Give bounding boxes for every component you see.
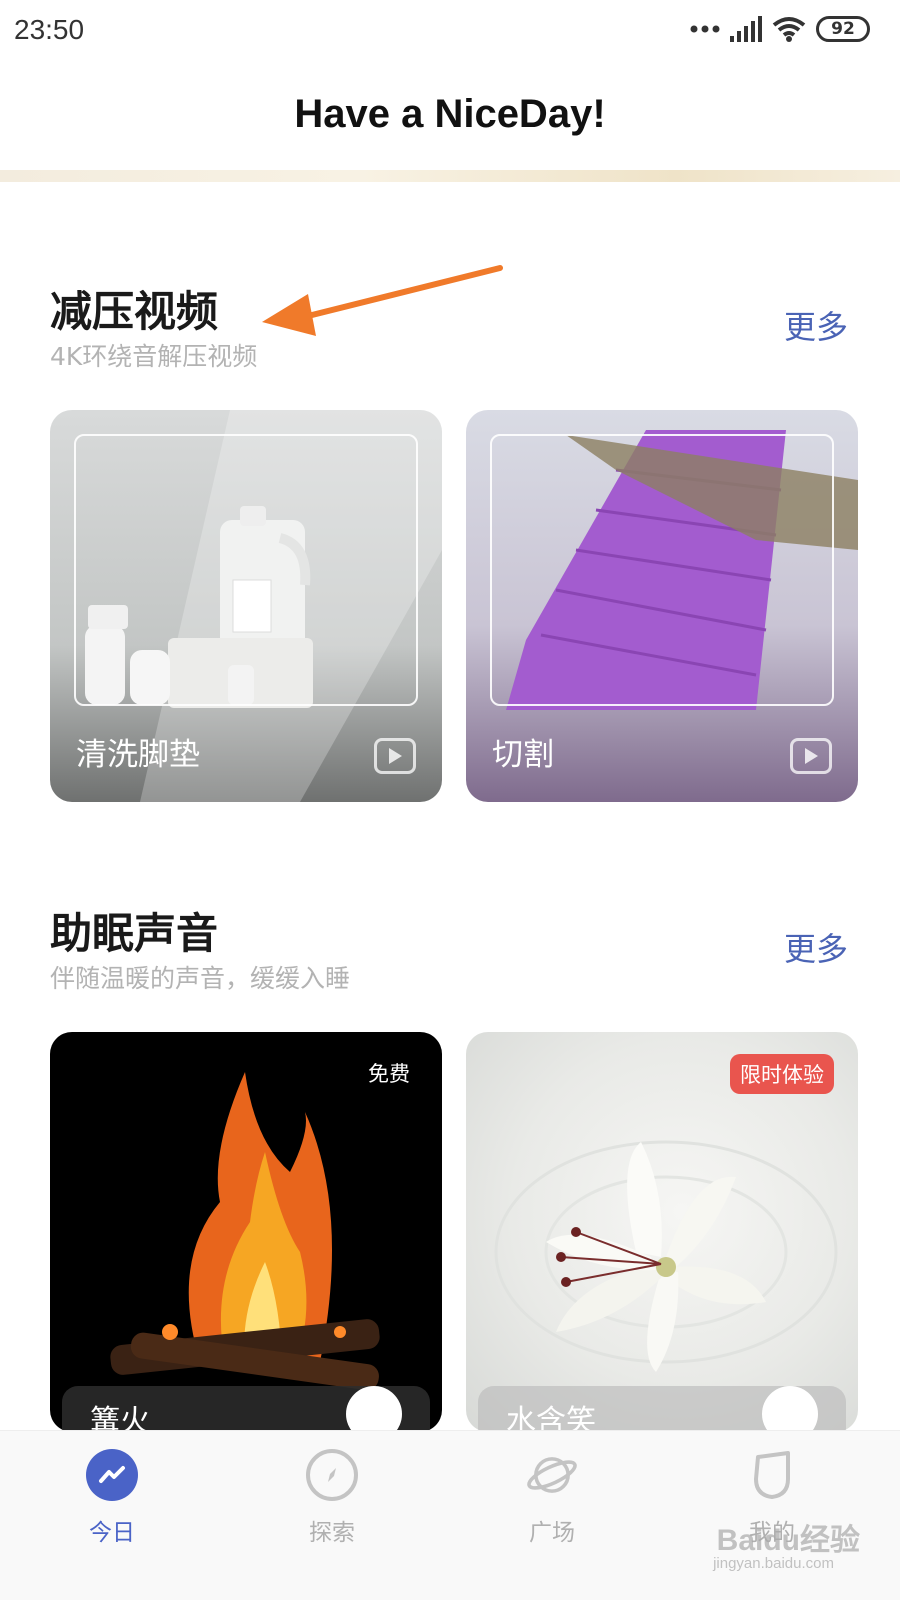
nav-item-explore[interactable]: 探索 [272,1449,392,1547]
card-bottom-bar: 水含笑 [478,1386,846,1432]
card-label: 切割 [492,737,554,773]
video-card-wash-mat[interactable]: 清洗脚垫 [50,410,442,802]
planet-icon [526,1449,578,1501]
section-title-sleep-sound: 助眠声音 [50,909,219,958]
nav-item-plaza[interactable]: 广场 [492,1449,612,1547]
section-subtitle-sleep-sound: 伴随温暖的声音，缓缓入睡 [50,964,351,993]
watermark-logo: Baidu经验 [716,1524,860,1557]
video-frame [74,434,418,706]
nav-item-today[interactable]: 今日 [52,1449,172,1547]
video-frame [490,434,834,706]
card-label: 篝火 [90,1404,150,1432]
nav-label: 探索 [309,1520,355,1546]
bonfire-illustration [110,1072,380,1391]
sound-card-lily[interactable]: 限时体验 水含笑 [466,1032,858,1432]
badge-limited-trial: 限时体验 [730,1054,834,1094]
watermark-url: jingyan.baidu.com [713,1555,834,1572]
video-card-cutting[interactable]: 切割 [466,410,858,802]
play-icon[interactable] [374,738,416,774]
nav-label: 今日 [89,1520,135,1546]
play-circle-icon[interactable] [762,1386,818,1432]
card-label: 清洗脚垫 [76,737,200,773]
compass-icon [306,1449,358,1501]
sound-card-bonfire[interactable]: 免费 篝火 [50,1032,442,1432]
play-circle-icon[interactable] [346,1386,402,1432]
play-icon[interactable] [790,738,832,774]
more-link-sleep-sound[interactable]: 更多 [784,924,848,970]
annotation-arrow-icon [262,265,503,336]
trend-icon [86,1449,138,1501]
nav-label: 广场 [529,1520,575,1546]
leaf-profile-icon [746,1449,798,1501]
card-label: 水含笑 [506,1404,596,1432]
badge-free: 免费 [368,1062,410,1086]
card-bottom-bar: 篝火 [62,1386,430,1432]
